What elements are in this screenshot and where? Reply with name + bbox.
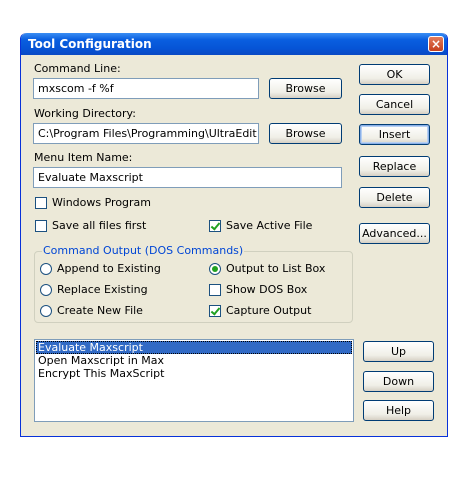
output-to-list-box-radio[interactable] [209, 263, 221, 275]
replace-existing-label: Replace Existing [57, 283, 148, 296]
working-directory-label: Working Directory: [34, 107, 136, 120]
up-button[interactable]: Up [363, 341, 434, 362]
save-active-file-checkbox[interactable] [209, 220, 221, 232]
advanced-button[interactable]: Advanced... [359, 223, 430, 244]
append-to-existing-radio[interactable] [40, 263, 52, 275]
show-dos-box-label: Show DOS Box [226, 283, 308, 296]
cancel-button[interactable]: Cancel [359, 94, 430, 115]
command-output-group-label: Command Output (DOS Commands) [42, 244, 245, 257]
title-bar[interactable]: Tool Configuration × [21, 33, 447, 55]
ok-button[interactable]: OK [359, 64, 430, 85]
menu-item-name-input[interactable]: Evaluate Maxscript [33, 167, 342, 188]
list-item[interactable]: Evaluate Maxscript [36, 341, 352, 354]
working-directory-input[interactable]: C:\Program Files\Programming\UltraEdit [33, 123, 259, 144]
directory-browse-button[interactable]: Browse [269, 123, 342, 144]
save-all-files-label: Save all files first [52, 219, 147, 232]
replace-button[interactable]: Replace [359, 156, 430, 177]
down-button[interactable]: Down [363, 371, 434, 392]
tools-list[interactable]: Evaluate Maxscript Open Maxscript in Max… [34, 339, 354, 422]
tool-configuration-dialog: Tool Configuration × Command Line: mxsco… [20, 33, 448, 437]
windows-program-label: Windows Program [52, 196, 152, 209]
list-item[interactable]: Encrypt This MaxScript [36, 367, 352, 380]
windows-program-checkbox[interactable] [35, 197, 47, 209]
append-to-existing-label: Append to Existing [57, 262, 161, 275]
command-line-input[interactable]: mxscom -f %f [33, 78, 259, 99]
close-icon[interactable]: × [428, 36, 444, 52]
insert-button[interactable]: Insert [359, 124, 430, 145]
show-dos-box-checkbox[interactable] [209, 284, 221, 296]
command-line-label: Command Line: [34, 62, 121, 75]
command-browse-button[interactable]: Browse [269, 78, 342, 99]
save-all-files-checkbox[interactable] [35, 220, 47, 232]
capture-output-label: Capture Output [226, 304, 312, 317]
create-new-file-label: Create New File [57, 304, 143, 317]
create-new-file-radio[interactable] [40, 305, 52, 317]
help-button[interactable]: Help [363, 400, 434, 421]
save-active-file-label: Save Active File [226, 219, 313, 232]
capture-output-checkbox[interactable] [209, 305, 221, 317]
replace-existing-radio[interactable] [40, 284, 52, 296]
dialog-title: Tool Configuration [28, 37, 152, 51]
menu-item-name-label: Menu Item Name: [34, 151, 133, 164]
delete-button[interactable]: Delete [359, 187, 430, 208]
output-to-list-box-label: Output to List Box [226, 262, 326, 275]
list-item[interactable]: Open Maxscript in Max [36, 354, 352, 367]
